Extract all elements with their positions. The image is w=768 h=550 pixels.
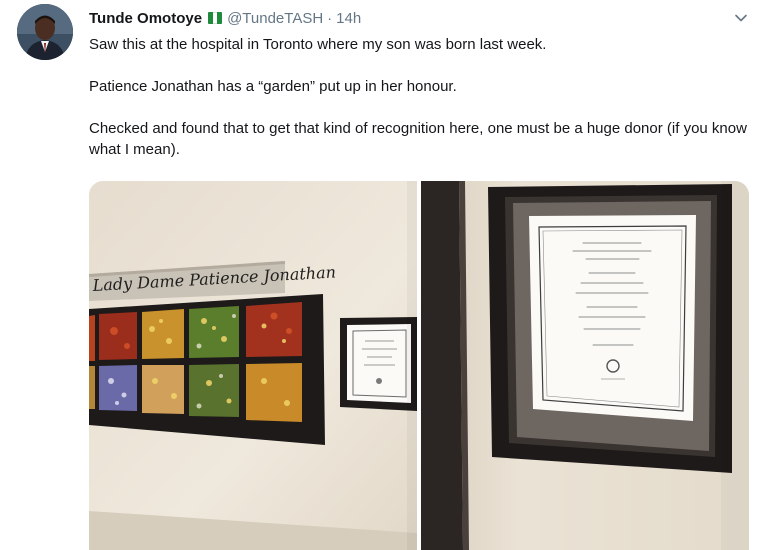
separator-dot: ·: [327, 9, 333, 27]
photo-certificate: [421, 181, 749, 550]
avatar[interactable]: [17, 4, 73, 60]
tweet-paragraph: Checked and found that to get that kind …: [89, 120, 747, 158]
tweet-paragraph: Saw this at the hospital in Toronto wher…: [89, 36, 547, 53]
chevron-down-icon[interactable]: [733, 10, 749, 26]
tweet-header: Tunde Omotoye @TundeTASH · 14h: [89, 7, 361, 29]
tweet-card[interactable]: Tunde Omotoye @TundeTASH · 14h Saw this …: [0, 0, 768, 550]
photo-wall-garden: Lady Dame Patience Jonathan: [89, 181, 417, 550]
avatar-image: [17, 4, 73, 60]
media-grid: Lady Dame Patience Jonathan: [89, 181, 749, 550]
nigeria-flag-icon: [208, 12, 223, 24]
small-certificate-frame: [340, 317, 417, 411]
author-handle[interactable]: @TundeTASH: [227, 10, 323, 27]
timestamp[interactable]: 14h: [336, 10, 361, 27]
photo-right[interactable]: [421, 181, 749, 550]
tweet-paragraph: Patience Jonathan has a “garden” put up …: [89, 78, 457, 95]
tweet-text: Saw this at the hospital in Toronto wher…: [89, 34, 749, 160]
author-name[interactable]: Tunde Omotoye: [89, 10, 202, 27]
photo-left[interactable]: Lady Dame Patience Jonathan: [89, 181, 417, 550]
